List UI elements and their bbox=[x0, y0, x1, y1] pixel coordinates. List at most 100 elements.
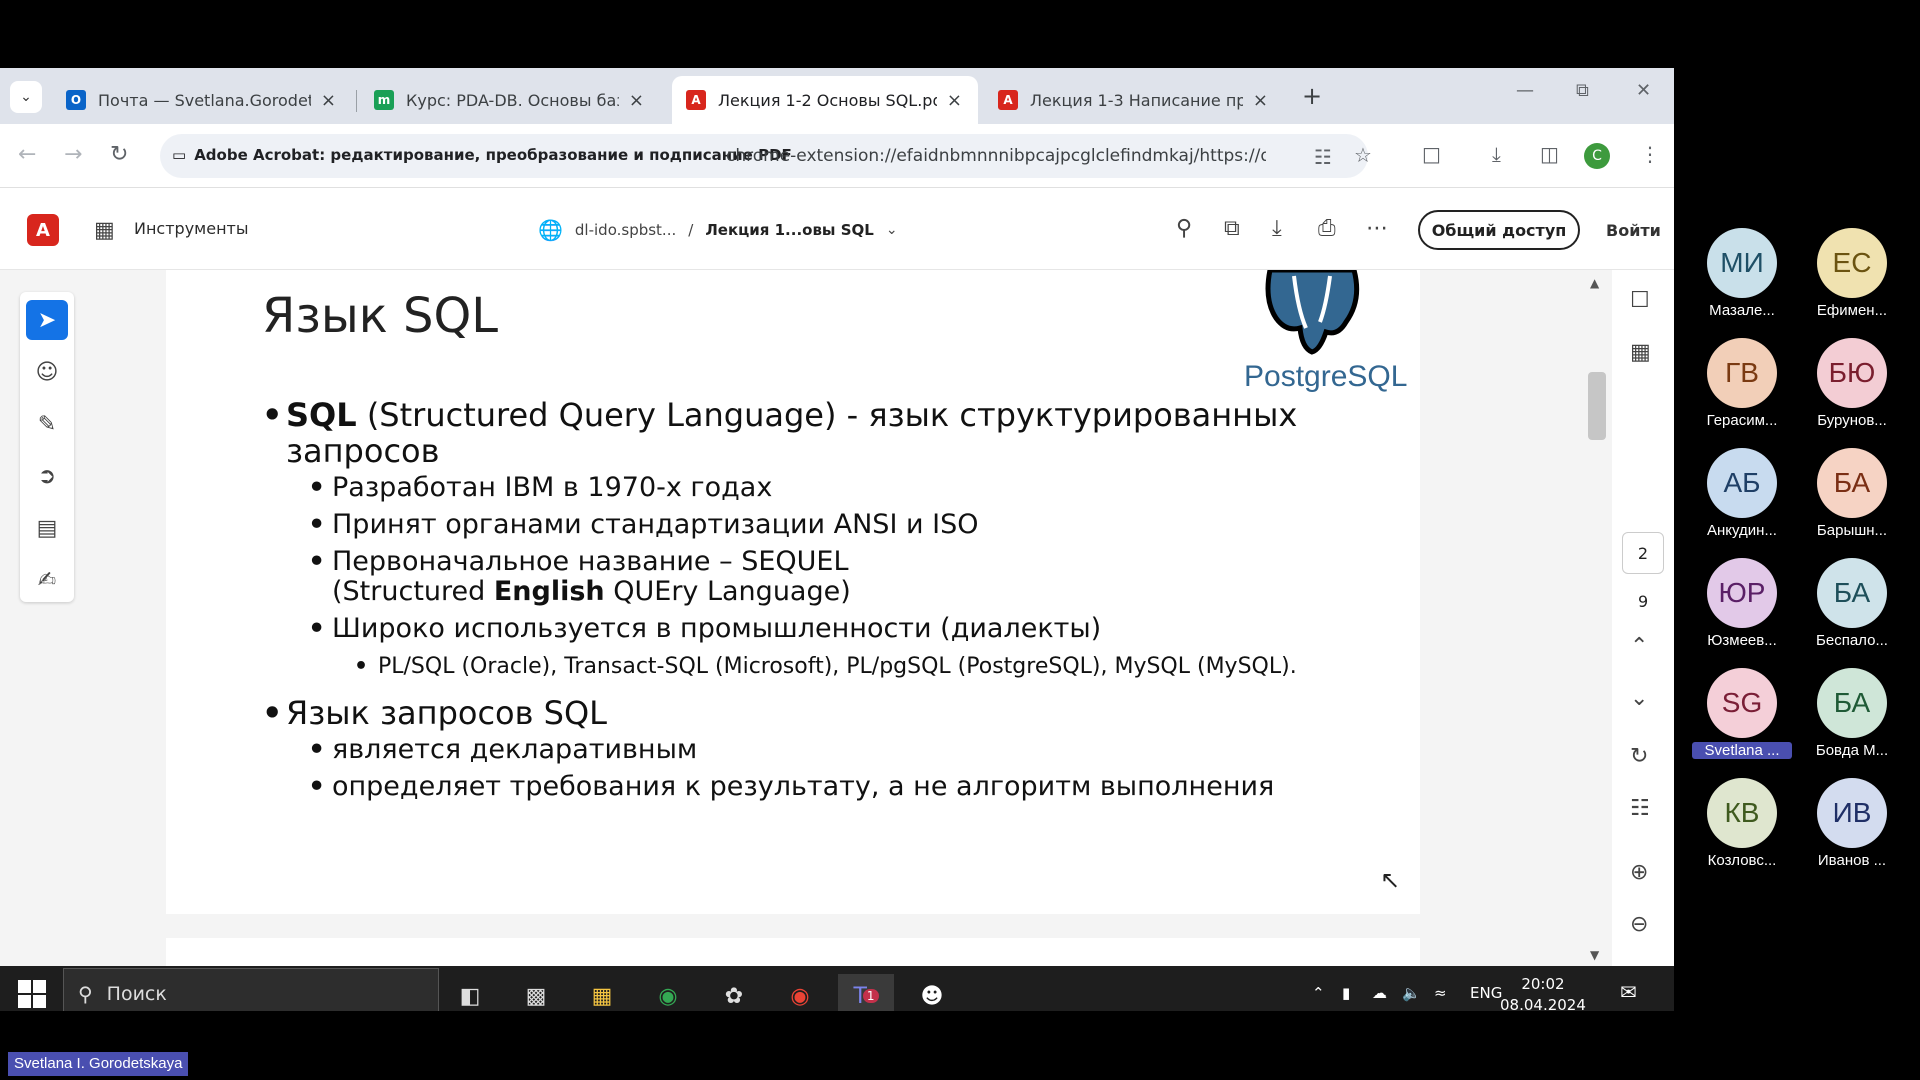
participant-tile[interactable]: ГВ Герасим... bbox=[1692, 338, 1792, 429]
tab-course[interactable]: m Курс: PDA-DB. Основы баз дан × bbox=[360, 76, 660, 124]
clock[interactable]: 20:02 08.04.2024 bbox=[1500, 974, 1586, 1011]
site-info[interactable]: ▭ Adobe Acrobat: редактирование, преобра… bbox=[172, 146, 792, 164]
current-page-field[interactable]: 2 bbox=[1622, 532, 1664, 574]
task-view-icon[interactable]: ◧ bbox=[442, 974, 498, 1011]
participant-name: Анкудин... bbox=[1707, 522, 1777, 539]
next-page-icon[interactable]: ⌄ bbox=[1630, 686, 1648, 711]
new-tab-button[interactable]: + bbox=[1302, 82, 1322, 110]
notifications-icon[interactable]: ✉ bbox=[1620, 980, 1637, 1004]
address-bar[interactable]: ▭ Adobe Acrobat: редактирование, преобра… bbox=[160, 134, 1372, 178]
windows-start-icon[interactable] bbox=[18, 980, 46, 1008]
share-button[interactable]: Общий доступ bbox=[1418, 210, 1580, 250]
acrobat-toolbar: A ▦ Инструменты 🌐 dl-ido.spbst... / Лекц… bbox=[0, 188, 1674, 270]
close-icon[interactable]: × bbox=[1253, 90, 1268, 111]
select-cursor-icon[interactable]: ➤ bbox=[26, 300, 68, 340]
participant-tile[interactable]: БЮ Бурунов... bbox=[1802, 338, 1902, 429]
side-panel-icon[interactable]: ◫ bbox=[1540, 142, 1559, 166]
file-name[interactable]: Лекция 1...овы SQL bbox=[705, 221, 874, 239]
translate-icon[interactable]: ☷ bbox=[1314, 145, 1332, 169]
participant-tile-presenter[interactable]: SG Svetlana ... bbox=[1692, 668, 1792, 759]
paint-icon[interactable]: ✿ bbox=[706, 974, 762, 1011]
bookmark-star-icon[interactable]: ☆ bbox=[1354, 143, 1372, 167]
tools-grid-icon[interactable]: ▦ bbox=[94, 218, 115, 243]
minimize-icon[interactable]: — bbox=[1516, 80, 1534, 101]
scroll-down-arrow-icon[interactable]: ▼ bbox=[1590, 948, 1599, 962]
participant-tile[interactable]: КВ Козловс... bbox=[1692, 778, 1792, 869]
participant-tile[interactable]: АБ Анкудин... bbox=[1692, 448, 1792, 539]
participant-name: Герасим... bbox=[1706, 412, 1778, 429]
globe-icon: 🌐 bbox=[538, 218, 563, 242]
tab-search-button[interactable]: ⌄ bbox=[10, 81, 42, 113]
text-box-icon[interactable]: ▤ bbox=[26, 508, 68, 548]
tools-label[interactable]: Инструменты bbox=[134, 219, 249, 238]
terminal-icon[interactable]: ▩ bbox=[508, 974, 564, 1011]
page-thumbnails-icon[interactable]: ⧉ bbox=[1224, 216, 1240, 241]
close-icon[interactable]: × bbox=[947, 90, 962, 111]
acrobat-icon: A bbox=[998, 90, 1018, 110]
reload-icon[interactable]: ↻ bbox=[110, 142, 128, 167]
bullet-query-language: Язык запросов SQL bbox=[286, 694, 607, 732]
participant-tile[interactable]: ЕС Ефимен... bbox=[1802, 228, 1902, 319]
sign-icon[interactable]: ✍ bbox=[26, 560, 68, 600]
chrome-icon[interactable]: ◉ bbox=[640, 974, 696, 1011]
draw-freehand-icon[interactable]: ➲ bbox=[26, 456, 68, 496]
avatar-initials: МИ bbox=[1720, 247, 1764, 278]
language-indicator[interactable]: ENG bbox=[1470, 984, 1502, 1002]
wifi-icon[interactable]: ≈ bbox=[1434, 984, 1447, 1002]
avatar: ГВ bbox=[1707, 338, 1777, 408]
owl-app-icon[interactable]: ☻ bbox=[904, 974, 960, 1011]
teams-icon[interactable]: T1 bbox=[838, 974, 894, 1011]
forward-icon[interactable]: → bbox=[64, 142, 82, 167]
close-icon[interactable]: × bbox=[629, 90, 644, 111]
participant-tile[interactable]: БА Бовда М... bbox=[1802, 668, 1902, 759]
comments-icon[interactable]: ☐ bbox=[1630, 288, 1650, 313]
close-icon[interactable]: × bbox=[321, 90, 336, 111]
tab-lecture-1-3[interactable]: A Лекция 1-3 Написание прост × bbox=[984, 76, 1284, 124]
participant-tile[interactable]: БА Беспало... bbox=[1802, 558, 1902, 649]
participant-tile[interactable]: БА Барышн... bbox=[1802, 448, 1902, 539]
tab-lecture-1-2[interactable]: A Лекция 1-2 Основы SQL.pdf × bbox=[672, 76, 978, 124]
menu-dots-icon[interactable]: ⋮ bbox=[1640, 142, 1660, 166]
search-icon[interactable]: ⚲ bbox=[1176, 216, 1192, 241]
restore-icon[interactable]: ⧉ bbox=[1576, 80, 1589, 101]
scroll-up-arrow-icon[interactable]: ▲ bbox=[1590, 276, 1599, 290]
add-comment-icon[interactable]: ☺ bbox=[26, 352, 68, 392]
scroll-thumb[interactable] bbox=[1588, 372, 1606, 440]
previous-page-icon[interactable]: ⌃ bbox=[1630, 634, 1648, 659]
tab-mail[interactable]: O Почта — Svetlana.Gorodetskay × bbox=[52, 76, 352, 124]
chrome-profile-icon[interactable]: ◉ bbox=[772, 974, 828, 1011]
more-icon[interactable]: ⋯ bbox=[1366, 216, 1388, 241]
participant-tile[interactable]: МИ Мазале... bbox=[1692, 228, 1792, 319]
chevron-down-icon[interactable]: ⌄ bbox=[886, 222, 898, 238]
moodle-icon: m bbox=[374, 90, 394, 110]
file-explorer-icon[interactable]: ▦ bbox=[574, 974, 630, 1011]
rotate-icon[interactable]: ↻ bbox=[1630, 744, 1648, 769]
zoom-out-icon[interactable]: ⊖ bbox=[1630, 912, 1648, 937]
download-icon[interactable]: ⤓ bbox=[1492, 142, 1501, 166]
page-info-icon[interactable]: ☷ bbox=[1630, 796, 1650, 821]
battery-icon[interactable]: ▮ bbox=[1342, 984, 1350, 1002]
avatar-initials: ГВ bbox=[1725, 357, 1759, 388]
thumbnails-grid-icon[interactable]: ▦ bbox=[1630, 340, 1651, 365]
highlight-pen-icon[interactable]: ✎ bbox=[26, 404, 68, 444]
url-text[interactable]: chrome-extension://efaidnbmnnnibpcajpcgl… bbox=[726, 146, 1266, 166]
participant-tile[interactable]: ЮР Юзмеев... bbox=[1692, 558, 1792, 649]
avatar-initials: БЮ bbox=[1828, 357, 1876, 388]
download-icon[interactable]: ⤓ bbox=[1272, 216, 1282, 241]
breadcrumb-host[interactable]: dl-ido.spbst... bbox=[575, 221, 676, 239]
onedrive-cloud-icon[interactable]: ☁ bbox=[1372, 984, 1387, 1002]
participant-tile[interactable]: ИВ Иванов ... bbox=[1802, 778, 1902, 869]
taskbar-search[interactable]: ⚲ Поиск bbox=[63, 968, 439, 1011]
acrobat-logo[interactable]: A bbox=[27, 214, 59, 246]
back-icon[interactable]: ← bbox=[18, 142, 36, 167]
show-hidden-icons-icon[interactable]: ⌃ bbox=[1312, 984, 1325, 1002]
zoom-in-icon[interactable]: ⊕ bbox=[1630, 860, 1648, 885]
print-icon[interactable]: ⎙ bbox=[1318, 216, 1336, 241]
extensions-icon[interactable]: □ bbox=[1422, 142, 1441, 166]
vertical-scrollbar[interactable]: ▲ ▼ bbox=[1588, 276, 1608, 962]
chevron-down-icon: ⌄ bbox=[20, 89, 32, 105]
profile-avatar[interactable]: C bbox=[1584, 143, 1610, 169]
sign-in-button[interactable]: Войти bbox=[1606, 221, 1661, 240]
volume-icon[interactable]: 🔈 bbox=[1402, 984, 1421, 1002]
window-close-icon[interactable]: ✕ bbox=[1636, 80, 1651, 101]
